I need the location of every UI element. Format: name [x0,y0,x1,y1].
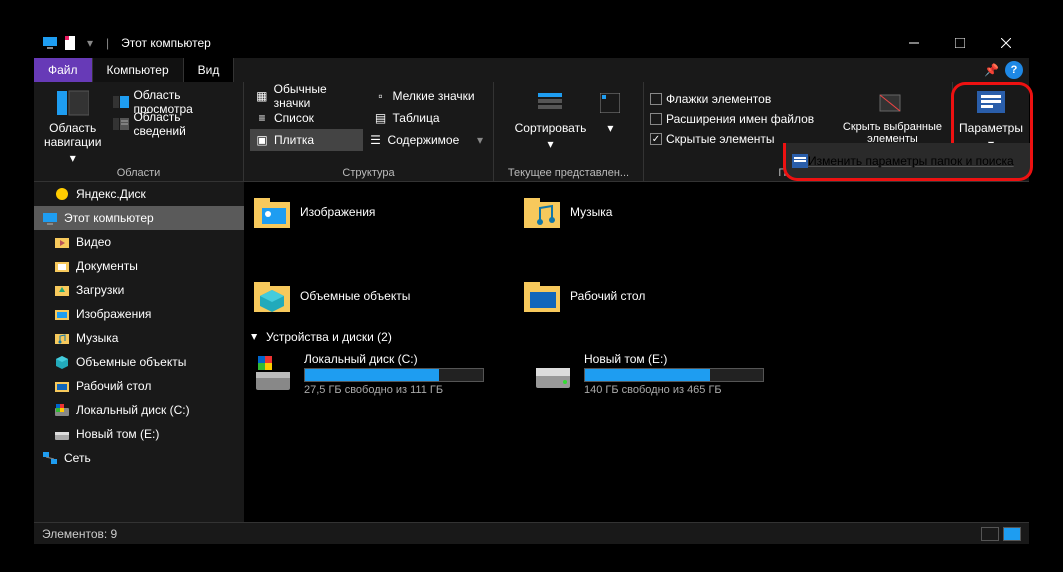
nav-tree: Яндекс.ДискЭтот компьютерВидеоДокументыЗ… [34,182,244,524]
sidebar-item[interactable]: Изображения [34,302,244,326]
folder-tile[interactable]: Музыка [522,190,752,234]
drive-icon [54,426,70,442]
layout-more-icon[interactable]: ▾ [477,133,483,147]
hide-selected-button[interactable]: Скрыть выбранные элементы [839,85,946,147]
sidebar-item[interactable]: Локальный диск (C:) [34,398,244,422]
minimize-button[interactable] [891,28,937,58]
sidebar-item[interactable]: Этот компьютер [34,206,244,230]
close-button[interactable] [983,28,1029,58]
tab-computer[interactable]: Компьютер [93,58,184,82]
sidebar-item[interactable]: Сеть [34,446,244,470]
nav-pane-button[interactable]: Область навигации ▾ [40,85,105,167]
columns-button[interactable]: ▾ [594,85,626,137]
layout-table[interactable]: ▤Таблица [369,107,488,129]
checkbox-item-flags[interactable]: Флажки элементов [650,89,814,109]
yadisk-icon [54,186,70,202]
details-pane-button[interactable]: Область сведений [109,113,237,135]
desktop-icon [54,378,70,394]
pictures-icon [252,192,292,232]
drive-usage-bar [584,368,764,382]
layout-small-icons[interactable]: ▫Мелкие значки [369,85,488,107]
window-title: Этот компьютер [121,36,211,50]
options-dropdown: Изменить параметры папок и поиска [783,143,1033,181]
network-icon [42,450,58,466]
chevron-down-icon: ▾ [607,121,613,135]
cdrive-icon [252,352,294,394]
help-icon[interactable]: ? [1005,61,1023,79]
view-tiles-icon[interactable] [1003,527,1021,541]
options-dropdown-item[interactable]: Изменить параметры папок и поиска [808,154,1014,168]
view-details-icon[interactable] [981,527,999,541]
sidebar-item[interactable]: Новый том (E:) [34,422,244,446]
chevron-down-icon: ▸ [248,334,262,340]
drive-icon [532,352,574,394]
pc-icon [42,210,58,226]
pictures-icon [54,306,70,322]
doc-icon [62,35,78,51]
group-header-drives[interactable]: ▸ Устройства и диски (2) [252,330,1021,344]
folder-tile[interactable]: Рабочий стол [522,274,752,318]
ribbon-tabs: Файл Компьютер Вид 📌 ? [34,58,1029,82]
sidebar-item[interactable]: Рабочий стол [34,374,244,398]
maximize-button[interactable] [937,28,983,58]
cdrive-icon [54,402,70,418]
3d-icon [252,276,292,316]
video-icon [54,234,70,250]
desktop-icon [522,276,562,316]
qat-dropdown-icon[interactable]: ▾ [82,35,98,51]
chevron-down-icon: ▾ [547,137,553,151]
tab-file[interactable]: Файл [34,58,93,82]
folder-options-icon [792,153,808,169]
sidebar-item[interactable]: Видео [34,230,244,254]
group-label-areas: Области [40,167,237,181]
sidebar-item[interactable]: Загрузки [34,278,244,302]
drive-tile[interactable]: Новый том (E:)140 ГБ свободно из 465 ГБ [532,352,772,396]
layout-content[interactable]: ☰Содержимое [363,129,476,151]
statusbar: Элементов: 9 [34,522,1029,544]
content-area: Изображения Музыка Объемные объекты Рабочий… [244,182,1029,524]
folder-tile[interactable]: Объемные объекты [252,274,482,318]
music-icon [54,330,70,346]
sidebar-item[interactable]: Яндекс.Диск [34,182,244,206]
group-label-current: Текущее представлен... [500,167,637,181]
sidebar-item[interactable]: Объемные объекты [34,350,244,374]
titlebar: ▾ | Этот компьютер [34,28,1029,58]
3d-icon [54,354,70,370]
docs-icon [54,258,70,274]
group-label-layout: Структура [250,167,487,181]
tab-view[interactable]: Вид [184,58,235,82]
drive-tile[interactable]: Локальный диск (C:)27,5 ГБ свободно из 1… [252,352,492,396]
sidebar-item[interactable]: Музыка [34,326,244,350]
layout-large-icons[interactable]: ▦Обычные значки [250,85,369,107]
checkbox-file-ext[interactable]: Расширения имен файлов [650,109,814,129]
sort-button[interactable]: Сортировать ▾ [511,85,591,153]
drive-usage-bar [304,368,484,382]
pc-icon [42,35,58,51]
folder-tile[interactable]: Изображения [252,190,482,234]
chevron-down-icon: ▾ [70,151,76,165]
layout-tile[interactable]: ▣Плитка [250,129,363,151]
item-count: Элементов: 9 [42,527,117,541]
sidebar-item[interactable]: Документы [34,254,244,278]
pin-icon[interactable]: 📌 [984,63,999,77]
downloads-icon [54,282,70,298]
layout-list[interactable]: ≡Список [250,107,369,129]
music-icon [522,192,562,232]
